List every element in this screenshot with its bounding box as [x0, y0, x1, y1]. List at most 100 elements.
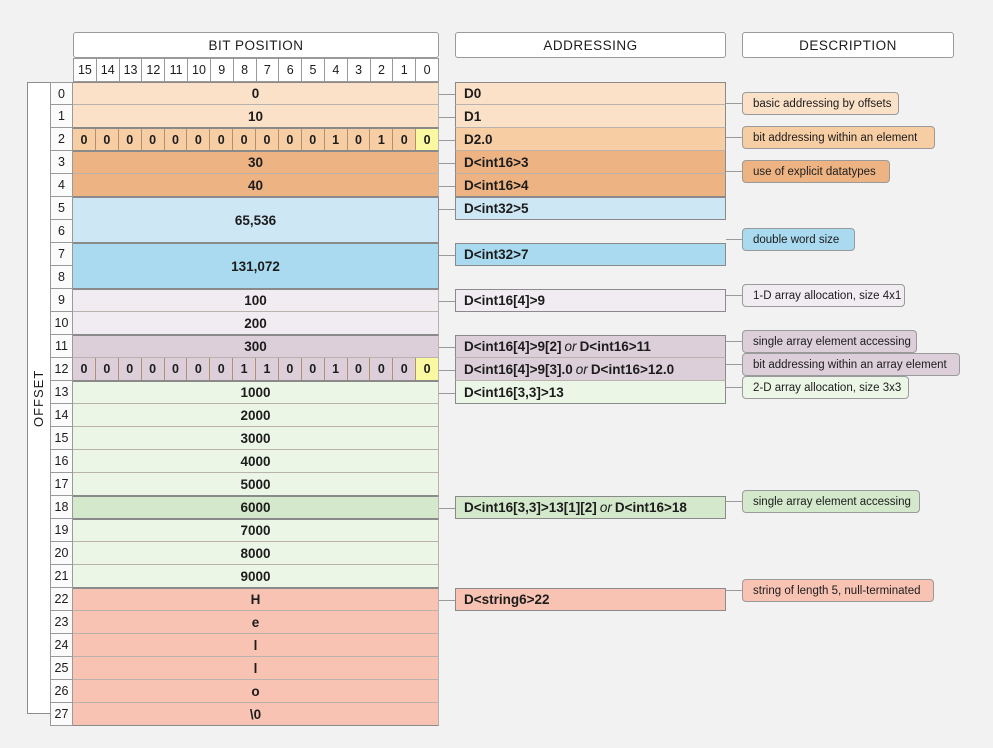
bit-number-cell: 8	[233, 58, 257, 82]
memory-row: 7 131,072	[50, 243, 439, 289]
connector-line	[439, 347, 455, 348]
description-box: single array element accessing	[742, 330, 917, 353]
memory-value-cell: 300	[73, 335, 439, 358]
description-label: bit addressing within an array element	[753, 358, 947, 371]
memory-row: 18 6000	[50, 496, 439, 519]
connector-line	[439, 393, 455, 394]
bit-cell: 1	[325, 129, 348, 150]
bit-cell: 1	[233, 358, 256, 380]
addressing-label-separator: or	[575, 361, 588, 377]
addressing-box: D<int16[4]>9[2] or D<int16>11	[455, 335, 726, 358]
memory-value-cell: e	[73, 611, 439, 634]
description-box: double word size	[742, 228, 855, 251]
bit-cell: 1	[256, 358, 279, 380]
addressing-box: D<int16[3,3]>13[1][2] or D<int16>18	[455, 496, 726, 519]
addressing-label: D<int32>7	[464, 247, 529, 262]
bit-strip: 0000000000010100	[73, 128, 439, 151]
addressing-box: D1	[455, 105, 726, 128]
bit-strip: 0000000110010000	[73, 358, 439, 381]
bit-number-cell: 15	[73, 58, 97, 82]
memory-row: 12 0 0 0 0 0 0 0 1 1 0 0 1 0 0 0 0	[50, 358, 439, 381]
bit-cell: 0	[165, 358, 188, 380]
addressing-label: D2.0	[464, 131, 493, 147]
connector-line	[726, 590, 742, 591]
bit-number-cell: 4	[324, 58, 348, 82]
bit-cell: 0	[96, 129, 119, 150]
offset-cell: 4	[50, 174, 73, 197]
bit-number-cell: 0	[416, 58, 439, 82]
bit-cell: 0	[73, 358, 96, 380]
memory-value-cell: \0	[73, 703, 439, 726]
connector-line	[439, 255, 455, 256]
connector-line	[726, 341, 742, 342]
description-header-label: DESCRIPTION	[799, 37, 897, 53]
bit-number-cell: 9	[210, 58, 234, 82]
memory-value-cell: 5000	[73, 473, 439, 496]
offset-cell: 23	[50, 611, 73, 634]
description-label: use of explicit datatypes	[753, 165, 876, 178]
offset-cell: 10	[50, 312, 73, 335]
memory-row: 5 65,536	[50, 197, 439, 243]
connector-line	[439, 508, 455, 509]
memory-value-cell: 100	[73, 289, 439, 312]
offset-cell: 5	[50, 197, 73, 220]
offset-axis-label: OFFSET	[31, 369, 46, 427]
memory-value-cell: 200	[73, 312, 439, 335]
memory-value-cell: 0	[73, 82, 439, 105]
bit-number-cell: 7	[256, 58, 280, 82]
addressing-label-primary: D<int16[3,3]>13[1][2]	[464, 500, 597, 515]
bit-cell: 0	[119, 358, 142, 380]
memory-value-cell: 1000	[73, 381, 439, 404]
description-label: basic addressing by offsets	[753, 97, 892, 110]
description-box: 2-D array allocation, size 3x3	[742, 376, 909, 399]
memory-row: 16 4000	[50, 450, 439, 473]
bit-cell: 0	[348, 358, 371, 380]
memory-value-cell: 65,536	[73, 197, 439, 243]
offset-cell: 24	[50, 634, 73, 657]
addressing-box: D<int32>7	[455, 243, 726, 266]
memory-row: 15 3000	[50, 427, 439, 450]
addressing-label: D<int16[4]>9	[464, 293, 546, 308]
offset-cell: 2	[50, 128, 73, 151]
addressing-label: D<string6>22	[464, 592, 550, 607]
memory-row: 13 1000	[50, 381, 439, 404]
offset-cell: 11	[50, 335, 73, 358]
connector-line	[726, 103, 742, 104]
bit-number-cell: 10	[188, 58, 211, 82]
memory-row: 17 5000	[50, 473, 439, 496]
connector-line	[439, 301, 455, 302]
addressing-label-alternate: D<int16>18	[614, 500, 687, 515]
addressing-box: D<int16[3,3]>13	[455, 381, 726, 404]
bit-number-cell: 6	[279, 58, 303, 82]
bit-position-header-label: BIT POSITION	[208, 37, 304, 53]
memory-value-cell: l	[73, 634, 439, 657]
bit-cell: 0	[96, 358, 119, 380]
description-box: bit addressing within an element	[742, 126, 935, 149]
addressing-header-label: ADDRESSING	[543, 37, 638, 53]
bit-cell: 0	[142, 129, 165, 150]
offset-cell: 22	[50, 588, 73, 611]
memory-value-cell: 30	[73, 151, 439, 174]
memory-row: 20 8000	[50, 542, 439, 565]
bit-cell: 0	[119, 129, 142, 150]
connector-line	[439, 600, 455, 601]
addressing-label: D<int32>5	[464, 201, 529, 216]
connector-line	[726, 171, 742, 172]
memory-value-cell: 131,072	[73, 243, 439, 289]
bit-cell: 0	[142, 358, 165, 380]
memory-value-cell: 40	[73, 174, 439, 197]
offset-cell: 1	[50, 105, 73, 128]
bit-cell: 0	[210, 358, 234, 380]
offset-cell: 6	[50, 220, 73, 243]
bit-cell: 1	[370, 129, 394, 150]
bit-number-cell: 1	[393, 58, 417, 82]
memory-row: 9 100	[50, 289, 439, 312]
memory-row: 25 l	[50, 657, 439, 680]
addressing-box: D<int16[4]>9	[455, 289, 726, 312]
bit-position-header: BIT POSITION	[73, 32, 439, 58]
memory-value-cell: 8000	[73, 542, 439, 565]
connector-line	[439, 94, 455, 95]
addressing-label-primary: D<int16[4]>9[2]	[464, 339, 562, 354]
addressing-header: ADDRESSING	[455, 32, 726, 58]
bit-number-row: 15 14 13 12 11 10 9 8 7 6 5 4 3 2 1 0	[73, 58, 439, 82]
